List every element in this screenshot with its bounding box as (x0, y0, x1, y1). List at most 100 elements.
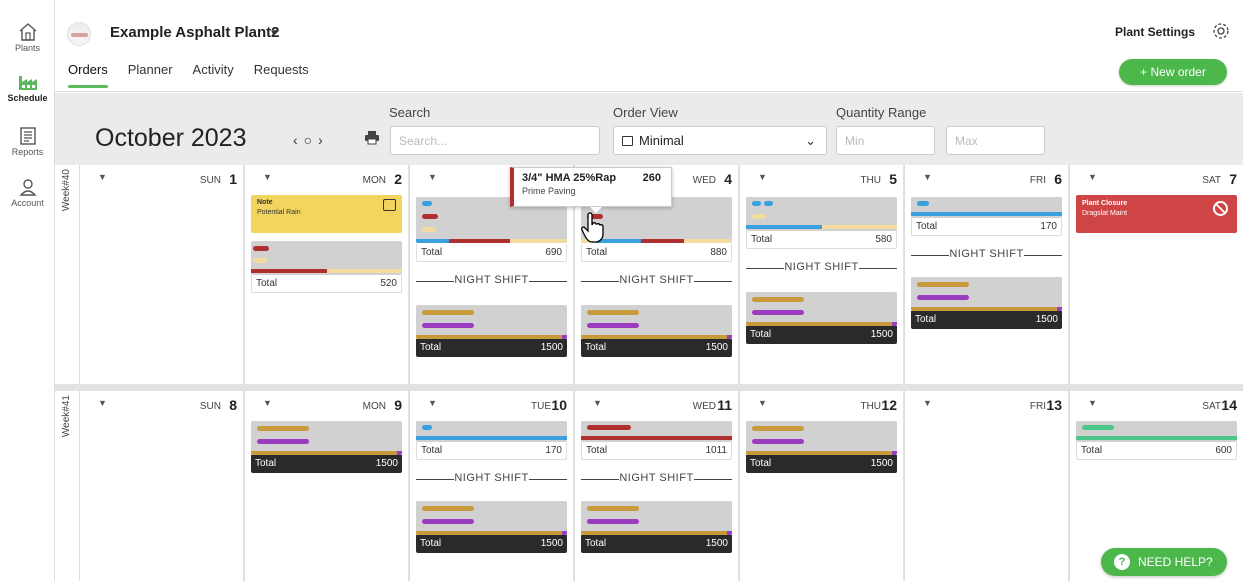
note-card[interactable]: Note Potential Rain (251, 195, 402, 233)
day-header: ▼ SUN 8 (80, 397, 243, 414)
sidebar-item-account[interactable]: Account (0, 177, 55, 208)
sidebar-item-schedule[interactable]: Schedule (0, 72, 55, 103)
need-help-button[interactable]: ? NEED HELP? (1101, 548, 1227, 576)
order-card[interactable] (251, 421, 402, 455)
chevron-down-icon[interactable]: ▼ (263, 172, 272, 182)
chevron-down-icon[interactable]: ▼ (98, 172, 107, 182)
tab-orders[interactable]: Orders (68, 62, 108, 88)
quantity-min-input[interactable]: Min (836, 126, 935, 155)
sidebar-item-label: Reports (11, 147, 44, 157)
order-bar[interactable] (422, 310, 474, 315)
chevron-left-icon[interactable]: ‹ (293, 132, 304, 148)
order-bar[interactable] (587, 506, 639, 511)
quantity-max-input[interactable]: Max (946, 126, 1045, 155)
order-bar[interactable] (752, 201, 761, 206)
no-entry-icon (1213, 201, 1228, 216)
order-bar[interactable] (422, 201, 432, 206)
order-bar[interactable] (422, 323, 474, 328)
total-value: 580 (875, 234, 892, 245)
order-bar[interactable] (422, 227, 436, 232)
day-cell[interactable]: ▼ THU 5 Total 580 NIGHT SHIFT Total 1500 (739, 165, 903, 384)
chevron-down-icon[interactable]: ▼ (923, 398, 932, 408)
order-bar[interactable] (752, 214, 766, 219)
chevron-down-icon[interactable]: ▼ (758, 398, 767, 408)
sidebar-item-plants[interactable]: Plants (0, 22, 55, 53)
print-icon[interactable] (364, 131, 380, 150)
chevron-down-icon[interactable]: ▼ (758, 172, 767, 182)
order-bar[interactable] (752, 426, 804, 431)
order-bar[interactable] (587, 310, 639, 315)
order-card[interactable] (746, 292, 897, 326)
order-bar[interactable] (752, 310, 804, 315)
chevron-down-icon[interactable]: ▼ (593, 398, 602, 408)
order-card[interactable] (581, 421, 732, 442)
chevron-down-icon[interactable]: ▼ (98, 398, 107, 408)
order-card[interactable] (911, 277, 1062, 311)
order-card[interactable] (581, 305, 732, 339)
order-bar[interactable] (1082, 425, 1114, 430)
tab-requests[interactable]: Requests (254, 62, 309, 86)
order-bar[interactable] (587, 519, 639, 524)
chevron-down-icon[interactable]: ▼ (923, 172, 932, 182)
order-bar[interactable] (257, 439, 309, 444)
day-cell[interactable]: ▼ SAT 7 Plant Closure Dragslat Maint (1069, 165, 1243, 384)
new-order-button[interactable]: + New order (1119, 59, 1227, 85)
order-card[interactable] (416, 501, 567, 535)
day-cell[interactable]: ▼ WED 11 Total 1011 NIGHT SHIFT Total 1500 (574, 391, 738, 581)
order-card[interactable] (416, 421, 567, 442)
order-card[interactable] (911, 197, 1062, 218)
plant-closure-card[interactable]: Plant Closure Dragslat Maint (1076, 195, 1237, 233)
order-bar[interactable] (752, 297, 804, 302)
chevron-down-icon[interactable]: ▼ (263, 398, 272, 408)
order-card[interactable] (1076, 421, 1237, 442)
tab-activity[interactable]: Activity (193, 62, 234, 86)
order-bar[interactable] (917, 201, 929, 206)
day-cell[interactable]: ▼ SUN 8 (79, 391, 243, 581)
day-cell[interactable]: ▼ FRI 13 (904, 391, 1068, 581)
order-bar[interactable] (422, 506, 474, 511)
order-bar[interactable] (422, 519, 474, 524)
day-cell[interactable]: ▼ TUE 10 Total 170 NIGHT SHIFT Total 1500 (409, 391, 573, 581)
chevron-right-icon[interactable]: › (318, 132, 329, 148)
order-bar[interactable] (587, 425, 631, 430)
order-bar[interactable] (764, 201, 773, 206)
day-cell[interactable]: ▼ SUN 1 (79, 165, 243, 384)
order-bar[interactable] (253, 258, 267, 263)
tab-planner[interactable]: Planner (128, 62, 173, 86)
total-label: Total (420, 538, 442, 549)
order-bar[interactable] (422, 425, 432, 430)
order-bar[interactable] (917, 282, 969, 287)
night-shift-divider: NIGHT SHIFT (746, 261, 897, 273)
search-input[interactable]: Search... (390, 126, 600, 155)
chevron-down-icon[interactable]: ▼ (1088, 398, 1097, 408)
order-bar[interactable] (253, 246, 269, 251)
today-circle-icon[interactable]: ○ (304, 132, 318, 148)
day-cell[interactable]: ▼ THU 12 Total 1500 (739, 391, 903, 581)
day-name: TUE (531, 401, 551, 412)
order-card[interactable] (746, 421, 897, 455)
order-bar[interactable] (422, 214, 438, 219)
order-bar[interactable] (587, 323, 639, 328)
note-icon (383, 199, 396, 211)
order-card[interactable] (581, 501, 732, 535)
gear-icon[interactable] (1211, 21, 1231, 46)
sidebar-item-reports[interactable]: Reports (0, 126, 55, 157)
day-cell[interactable]: ▼ MON 2 Note Potential Rain Total 520 (244, 165, 408, 384)
chevron-down-icon[interactable]: ▼ (428, 398, 437, 408)
chevron-down-icon[interactable]: ▼ (428, 172, 437, 182)
total-value: 1500 (870, 329, 893, 340)
order-bar[interactable] (752, 439, 804, 444)
order-card[interactable] (251, 241, 402, 275)
total-row: Total 1500 (911, 311, 1062, 329)
day-cell[interactable]: ▼ FRI 6 Total 170 NIGHT SHIFT Total 1500 (904, 165, 1068, 384)
chevron-down-icon[interactable]: ▼ (269, 28, 279, 39)
plant-settings-link[interactable]: Plant Settings (1115, 25, 1195, 39)
chevron-down-icon[interactable]: ▼ (1088, 172, 1097, 182)
order-view-select[interactable]: Minimal ⌄ (613, 126, 827, 155)
order-bar[interactable] (917, 295, 969, 300)
order-card[interactable] (416, 305, 567, 339)
order-bar[interactable] (257, 426, 309, 431)
plant-name[interactable]: Example Asphalt Plant2 (110, 24, 280, 41)
order-card[interactable] (746, 197, 897, 231)
day-cell[interactable]: ▼ MON 9 Total 1500 (244, 391, 408, 581)
